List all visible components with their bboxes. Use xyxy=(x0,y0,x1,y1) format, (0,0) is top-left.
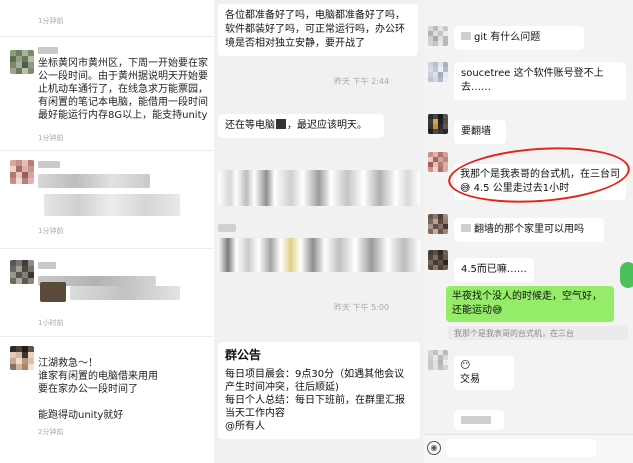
message-bubble[interactable]: 翻墙的那个家里可以用吗 xyxy=(454,218,604,242)
redacted-text xyxy=(461,32,471,40)
timestamp: 2分钟前 xyxy=(38,428,64,436)
divider xyxy=(0,150,214,151)
scroll-handle[interactable] xyxy=(620,262,633,288)
avatar[interactable] xyxy=(428,26,448,46)
timestamp: 1分钟前 xyxy=(38,134,64,142)
message-text: 还在等电脑 xyxy=(225,120,275,131)
message-text: 翻墙的那个家里可以用吗 xyxy=(474,224,584,235)
redacted-message xyxy=(218,238,420,272)
timestamp: 昨天 下午 5:00 xyxy=(334,303,390,312)
message-bubble[interactable]: git 有什么问题 xyxy=(454,26,584,50)
timestamp: 1分钟前 xyxy=(38,227,64,235)
post-line: 坐标黄冈市黄州区，下周一开始要在家 xyxy=(38,58,208,69)
emoji-icon: 😶 xyxy=(460,360,471,371)
post-line xyxy=(38,396,208,409)
redacted-text xyxy=(38,174,150,188)
post-line: 谁家有闲置的电脑借来用用 xyxy=(38,371,158,382)
notice-body: 每日项目晨会：9点30分（如遇其他会议 产生时间冲突，往后顺延) 每日个人总结：… xyxy=(225,368,413,433)
message-bubble[interactable]: 还在等电脑 ，最迟应该明天。 xyxy=(218,114,384,138)
group-notice-card[interactable]: 群公告 每日项目晨会：9点30分（如遇其他会议 产生时间冲突，往后顺延) 每日个… xyxy=(218,342,420,439)
emoji-icon: 😅 xyxy=(492,305,503,316)
post-line: 止机动车通行了，在线急求万能票园， xyxy=(38,84,208,95)
avatar[interactable] xyxy=(10,346,34,370)
message-text: 交易 xyxy=(460,374,480,385)
post-line: 有闲置的笔记本电脑，能借用一段时间 xyxy=(38,97,208,108)
avatar[interactable] xyxy=(428,114,448,134)
message-bubble[interactable]: 😶 交易 xyxy=(454,356,514,390)
avatar[interactable] xyxy=(10,160,34,184)
avatar[interactable] xyxy=(428,350,448,370)
message-bubble[interactable]: soucetree 这个软件账号登不上去…… xyxy=(454,62,626,100)
message-bubble[interactable]: 各位都准备好了吗，电脑都准备好了吗，软件都装好了吗，可正常运行吗，办公环境是否相… xyxy=(218,4,418,56)
notice-line: 产生时间冲突，往后顺延) xyxy=(225,382,339,393)
avatar[interactable] xyxy=(10,50,34,74)
divider xyxy=(0,336,214,337)
post-line: 要在家办公一段时间了 xyxy=(38,384,138,395)
nickname-redacted xyxy=(38,47,58,54)
avatar[interactable] xyxy=(428,214,448,234)
redacted-text xyxy=(461,416,491,424)
input-bar: ◉ xyxy=(424,434,633,463)
post-line: 能跑得动unity就好 xyxy=(38,410,124,421)
timestamp: 1小时前 xyxy=(38,319,64,327)
nickname-redacted xyxy=(38,161,60,168)
message-bubble-green[interactable]: 半夜找个没人的时候走，空气好，还能运动😅 xyxy=(446,286,614,322)
avatar[interactable] xyxy=(10,260,34,284)
notice-line: 当天工作内容 xyxy=(225,408,285,419)
left-chat-screenshot: 1分钟前 坐标黄冈市黄州区，下周一开始要在家 公一段时间。由于黄州据说明天开始要… xyxy=(0,0,214,463)
post-line: 江湖救急～！ xyxy=(38,358,98,369)
message-text: 半夜找个没人的时候走，空气好，还能运动 xyxy=(452,291,602,316)
avatar[interactable] xyxy=(428,250,448,270)
redacted-text xyxy=(461,224,471,232)
message-input[interactable] xyxy=(446,439,596,457)
post-text: 江湖救急～！ 谁家有闲置的电脑借来用用 要在家办公一段时间了 能跑得动unity… xyxy=(38,357,208,422)
message-text: git 有什么问题 xyxy=(474,32,541,43)
image-thumbnail[interactable] xyxy=(40,282,66,302)
post-text: 坐标黄冈市黄州区，下周一开始要在家 公一段时间。由于黄州据说明天开始要 止机动车… xyxy=(38,57,214,122)
quoted-reply[interactable]: 我那个是我表哥的台式机，在三台 xyxy=(448,326,628,340)
notice-title: 群公告 xyxy=(225,348,262,362)
nickname-redacted xyxy=(38,262,56,269)
timestamp: 1分钟前 xyxy=(38,17,64,25)
message-bubble[interactable] xyxy=(454,410,504,430)
redacted-message xyxy=(218,170,420,206)
redacted-text xyxy=(70,286,180,300)
redacted-text xyxy=(276,119,286,129)
divider xyxy=(0,36,214,37)
message-bubble[interactable]: 要翻墙 xyxy=(454,120,506,144)
timestamp: 昨天 下午 2:44 xyxy=(334,77,390,86)
notice-line: 每日项目晨会：9点30分（如遇其他会议 xyxy=(225,369,405,380)
divider xyxy=(0,248,214,249)
post-line: 公一段时间。由于黄州据说明天开始要 xyxy=(38,71,208,82)
notice-line: 每日个人总结：每日下班前，在群里汇报 xyxy=(225,395,405,406)
notice-line: @所有人 xyxy=(225,421,265,432)
middle-chat-screenshot: 各位都准备好了吗，电脑都准备好了吗，软件都装好了吗，可正常运行吗，办公环境是否相… xyxy=(214,0,424,463)
redacted-text xyxy=(218,224,236,232)
avatar[interactable] xyxy=(428,62,448,82)
right-chat-screenshot: git 有什么问题 soucetree 这个软件账号登不上去…… 要翻墙 我那个… xyxy=(424,0,633,463)
avatar[interactable] xyxy=(428,152,448,172)
voice-icon[interactable]: ◉ xyxy=(427,441,441,455)
message-text: ，最迟应该明天。 xyxy=(287,120,367,131)
quoted-reply-text: 我那个是我表哥的台式机，在三台 xyxy=(454,329,574,338)
message-bubble[interactable]: 4.5而已嘛…… xyxy=(454,258,534,282)
post-line: 最好能运行内存8G以上，能支持unity xyxy=(38,110,208,121)
redacted-text xyxy=(44,194,180,216)
